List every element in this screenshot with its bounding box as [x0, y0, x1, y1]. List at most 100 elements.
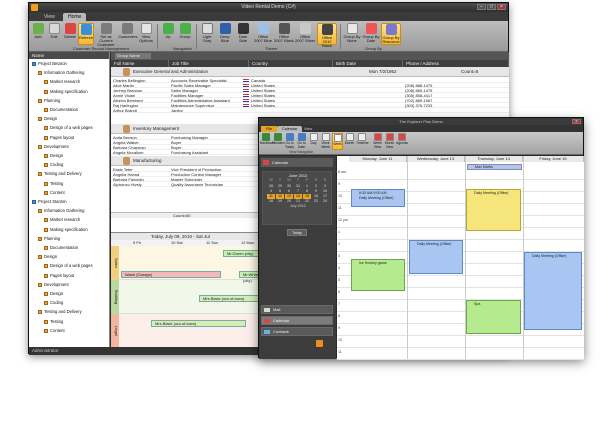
- tree-item[interactable]: Development: [38, 144, 69, 149]
- theme-office2010-black-button[interactable]: Office 2010 Black: [317, 23, 337, 48]
- calendar-event[interactable]: Ice Hockey game: [351, 259, 405, 291]
- day-header[interactable]: Wednesday, June 13: [407, 156, 465, 162]
- tree-item[interactable]: Design: [44, 153, 63, 158]
- group-by-none-button[interactable]: Group By None: [343, 23, 361, 45]
- go-to-today-button[interactable]: Go to Today: [284, 133, 295, 150]
- col-birth-date[interactable]: Birth Date: [333, 60, 403, 67]
- tree-item[interactable]: Design: [44, 291, 63, 296]
- forward-button[interactable]: Forward: [272, 133, 284, 150]
- close-button[interactable]: ×: [497, 4, 506, 10]
- theme-light-gray-button[interactable]: Light Gray: [199, 23, 215, 45]
- group-button[interactable]: Group: [177, 23, 193, 45]
- calendar-event[interactable]: Daily Meeting (Office): [466, 189, 521, 231]
- theme-office2007-blue-button[interactable]: Office 2007 Blue: [253, 23, 273, 45]
- schedule-event[interactable]: Mr.Green (city): [223, 250, 263, 257]
- tree-item[interactable]: Making specification: [44, 227, 88, 232]
- nav-contacts[interactable]: Contacts: [261, 327, 333, 336]
- customers-button[interactable]: Customers: [118, 23, 137, 45]
- group-by-date-button[interactable]: Group By Date: [362, 23, 380, 45]
- calendar-event[interactable]: 8:30 AM-9:00 AM Daily Meeting (Office): [351, 189, 405, 207]
- tree-item[interactable]: Market research: [44, 217, 80, 223]
- minimize-button[interactable]: –: [477, 4, 486, 10]
- schedule-event[interactable]: Mrs.Black (out-of-town): [151, 320, 246, 327]
- month-view-button[interactable]: Month View: [384, 133, 395, 150]
- week-view-button[interactable]: Week View: [372, 133, 383, 150]
- today-button[interactable]: Today: [287, 229, 307, 236]
- tree-item[interactable]: Documentation: [44, 245, 78, 250]
- calendar-event[interactable]: Daily Meeting (Office): [524, 252, 582, 330]
- tree-item[interactable]: Testing and Delivery: [38, 309, 82, 315]
- tab-home[interactable]: Home: [63, 13, 87, 21]
- refresh-button[interactable]: Refresh: [78, 23, 94, 45]
- tree-item[interactable]: Testing: [44, 181, 63, 186]
- hour-row[interactable]: 1: [337, 230, 584, 240]
- edit-button[interactable]: Edit: [46, 23, 62, 45]
- tree-item[interactable]: Information Gathering: [38, 70, 85, 76]
- maximize-button[interactable]: □: [487, 4, 496, 10]
- tree-item[interactable]: Coding: [44, 162, 63, 168]
- day-header[interactable]: Friday, June 15: [523, 156, 584, 162]
- day-header[interactable]: Monday, June 11: [349, 156, 407, 162]
- tree-item[interactable]: Content: [44, 190, 65, 195]
- tree-item[interactable]: Planning: [38, 236, 60, 241]
- hour-row[interactable]: 11: [337, 350, 584, 360]
- hour-row[interactable]: 12 pm: [337, 218, 584, 228]
- col-full-name[interactable]: Full Name: [111, 60, 169, 67]
- theme-office2007-black-button[interactable]: Office 2007 Black: [274, 23, 294, 45]
- tree-item[interactable]: Project Betaron: [32, 61, 67, 66]
- go-to-date-button[interactable]: Go to Date: [296, 133, 307, 150]
- calendar-event[interactable]: Spa: [466, 300, 521, 334]
- tree-item[interactable]: Development: [38, 282, 69, 287]
- schedule-event[interactable]: Wash (Garage): [121, 271, 221, 278]
- tree-item[interactable]: Information Gathering: [38, 208, 85, 214]
- theme-deep-blue-button[interactable]: Deep Blue: [217, 23, 233, 45]
- delete-button[interactable]: Delete: [62, 23, 78, 45]
- group-by-resource-button[interactable]: Group By Resource: [381, 23, 401, 45]
- tree-item[interactable]: Coding: [44, 300, 63, 306]
- tree-item[interactable]: Pages layout: [44, 273, 74, 278]
- tree-item[interactable]: Documentation: [44, 107, 78, 112]
- col-job-title[interactable]: Job Title: [169, 60, 249, 67]
- hour-row[interactable]: 11: [337, 206, 584, 216]
- table-row[interactable]: Arthur Brandt Janitor: [111, 108, 509, 113]
- close-button[interactable]: ×: [572, 119, 581, 125]
- tree-item[interactable]: Content: [44, 328, 65, 333]
- tree-item[interactable]: Planning: [38, 98, 60, 103]
- tree-item[interactable]: Market research: [44, 79, 80, 85]
- view-options-button[interactable]: View Options: [137, 23, 155, 45]
- up-button[interactable]: Up: [160, 23, 176, 45]
- nav-mail[interactable]: Mail: [261, 305, 333, 314]
- hour-row[interactable]: 10: [337, 338, 584, 348]
- calendar-event[interactable]: Daily Meeting (Office): [409, 240, 463, 274]
- tree-item[interactable]: Design: [38, 116, 57, 122]
- tree-item[interactable]: Making specification: [44, 89, 88, 94]
- schedule-event[interactable]: Mrs.Black (out-of-town): [199, 295, 264, 302]
- tab-view[interactable]: View: [39, 13, 60, 21]
- theme-office2007-silver-button[interactable]: Office 2007 Silver: [295, 23, 315, 45]
- backward-button[interactable]: Backward: [260, 133, 275, 150]
- col-country[interactable]: Country: [249, 60, 333, 67]
- rss-icon[interactable]: [316, 340, 323, 347]
- tree-item[interactable]: Design: [38, 254, 57, 260]
- week-button[interactable]: Week: [332, 133, 343, 150]
- tree-item[interactable]: Project Stanton: [32, 199, 67, 204]
- day-view-button[interactable]: Day: [308, 133, 319, 150]
- tree-item[interactable]: Design of a web pages: [44, 125, 93, 131]
- hour-row[interactable]: 8 am: [337, 170, 584, 180]
- calendar-event[interactable]: Max Martin: [467, 164, 522, 170]
- tree-item[interactable]: Pages layout: [44, 135, 74, 140]
- add-button[interactable]: Add: [30, 23, 46, 45]
- group-name-chip[interactable]: Group Name: [115, 53, 151, 59]
- month-button[interactable]: Month: [344, 133, 355, 150]
- tree-item[interactable]: Design of a web pages: [44, 263, 93, 269]
- calendar-folder[interactable]: Calendar: [261, 158, 333, 167]
- nav-calendar[interactable]: Calendar: [261, 316, 333, 325]
- tree-item[interactable]: Testing and Delivery: [38, 171, 82, 177]
- tree-item[interactable]: Testing: [44, 319, 63, 324]
- agenda-button[interactable]: Agenda: [396, 133, 408, 150]
- day-header[interactable]: Thursday, June 14: [465, 156, 523, 162]
- col-phone-address[interactable]: Phone / Address: [403, 60, 509, 67]
- theme-dark-side-button[interactable]: Dark Side: [235, 23, 251, 45]
- set-current-customer-button[interactable]: Set as Current Customer: [95, 23, 117, 47]
- work-week-button[interactable]: Work Week: [320, 133, 331, 150]
